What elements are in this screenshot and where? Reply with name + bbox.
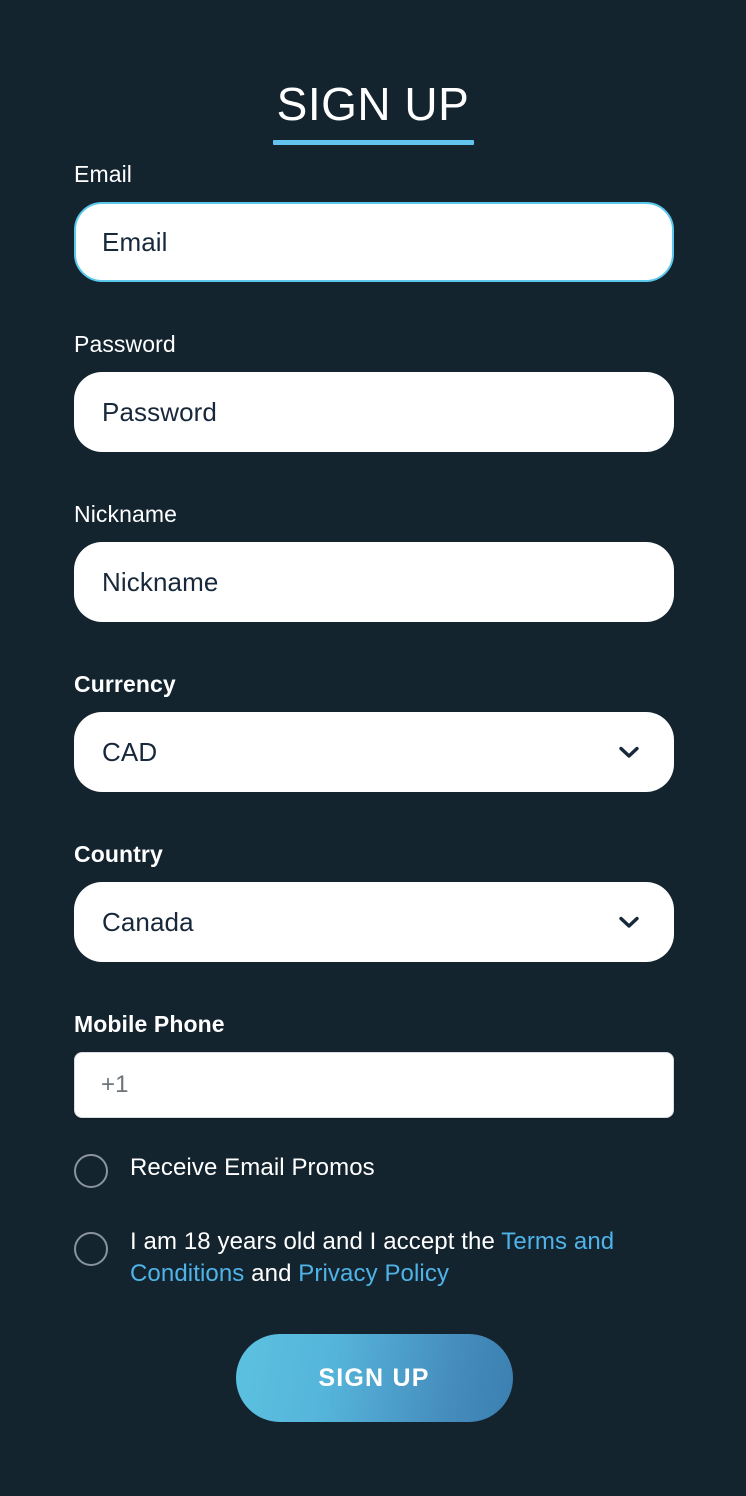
- signup-page: SIGN UP Email Email Password Password Ni…: [0, 0, 746, 1496]
- mobile-phone-label: Mobile Phone: [74, 1011, 225, 1037]
- nickname-input-value: Nickname: [102, 566, 219, 597]
- field-nickname: Nickname Nickname: [74, 500, 674, 622]
- nickname-label: Nickname: [74, 501, 178, 527]
- email-label: Email: [74, 161, 133, 187]
- mobile-phone-input-value: +1: [101, 1071, 129, 1098]
- terms-consent-row[interactable]: I am 18 years old and I accept the Terms…: [74, 1228, 674, 1290]
- country-select[interactable]: Canada: [74, 882, 674, 962]
- chevron-down-icon: [616, 909, 642, 935]
- password-label: Password: [74, 331, 176, 357]
- field-password: Password Password: [74, 330, 674, 452]
- country-select-value: Canada: [102, 906, 194, 937]
- submit-area: SIGN UP: [74, 1334, 674, 1422]
- page-header: SIGN UP: [0, 76, 746, 145]
- email-input-value: Email: [102, 226, 168, 257]
- page-title: SIGN UP: [276, 78, 470, 130]
- privacy-policy-link[interactable]: Privacy Policy: [298, 1260, 449, 1287]
- promos-label: Receive Email Promos: [130, 1154, 375, 1181]
- sign-up-button[interactable]: SIGN UP: [235, 1334, 513, 1422]
- field-email: Email Email: [74, 160, 674, 282]
- field-currency: Currency CAD: [74, 670, 674, 792]
- nickname-input[interactable]: Nickname: [74, 542, 674, 622]
- field-country: Country Canada: [74, 840, 674, 962]
- terms-text-before: I am 18 years old and I accept the: [130, 1228, 502, 1255]
- title-underline: [272, 140, 474, 145]
- signup-form: Email Email Password Password Nickname N…: [74, 160, 674, 1422]
- chevron-down-icon: [616, 739, 642, 765]
- currency-select[interactable]: CAD: [74, 712, 674, 792]
- mobile-phone-input[interactable]: +1: [74, 1052, 674, 1118]
- currency-label: Currency: [74, 671, 176, 697]
- currency-select-value: CAD: [102, 736, 158, 767]
- terms-text-between: and: [244, 1260, 299, 1287]
- email-input[interactable]: Email: [74, 202, 674, 282]
- password-input-value: Password: [102, 396, 217, 427]
- terms-checkbox[interactable]: [74, 1232, 108, 1266]
- promos-checkbox[interactable]: [74, 1154, 108, 1188]
- terms-label: I am 18 years old and I accept the Terms…: [130, 1226, 674, 1290]
- country-label: Country: [74, 841, 163, 867]
- promos-consent-row[interactable]: Receive Email Promos: [74, 1152, 674, 1188]
- password-input[interactable]: Password: [74, 372, 674, 452]
- field-mobile-phone: Mobile Phone +1: [74, 1010, 674, 1118]
